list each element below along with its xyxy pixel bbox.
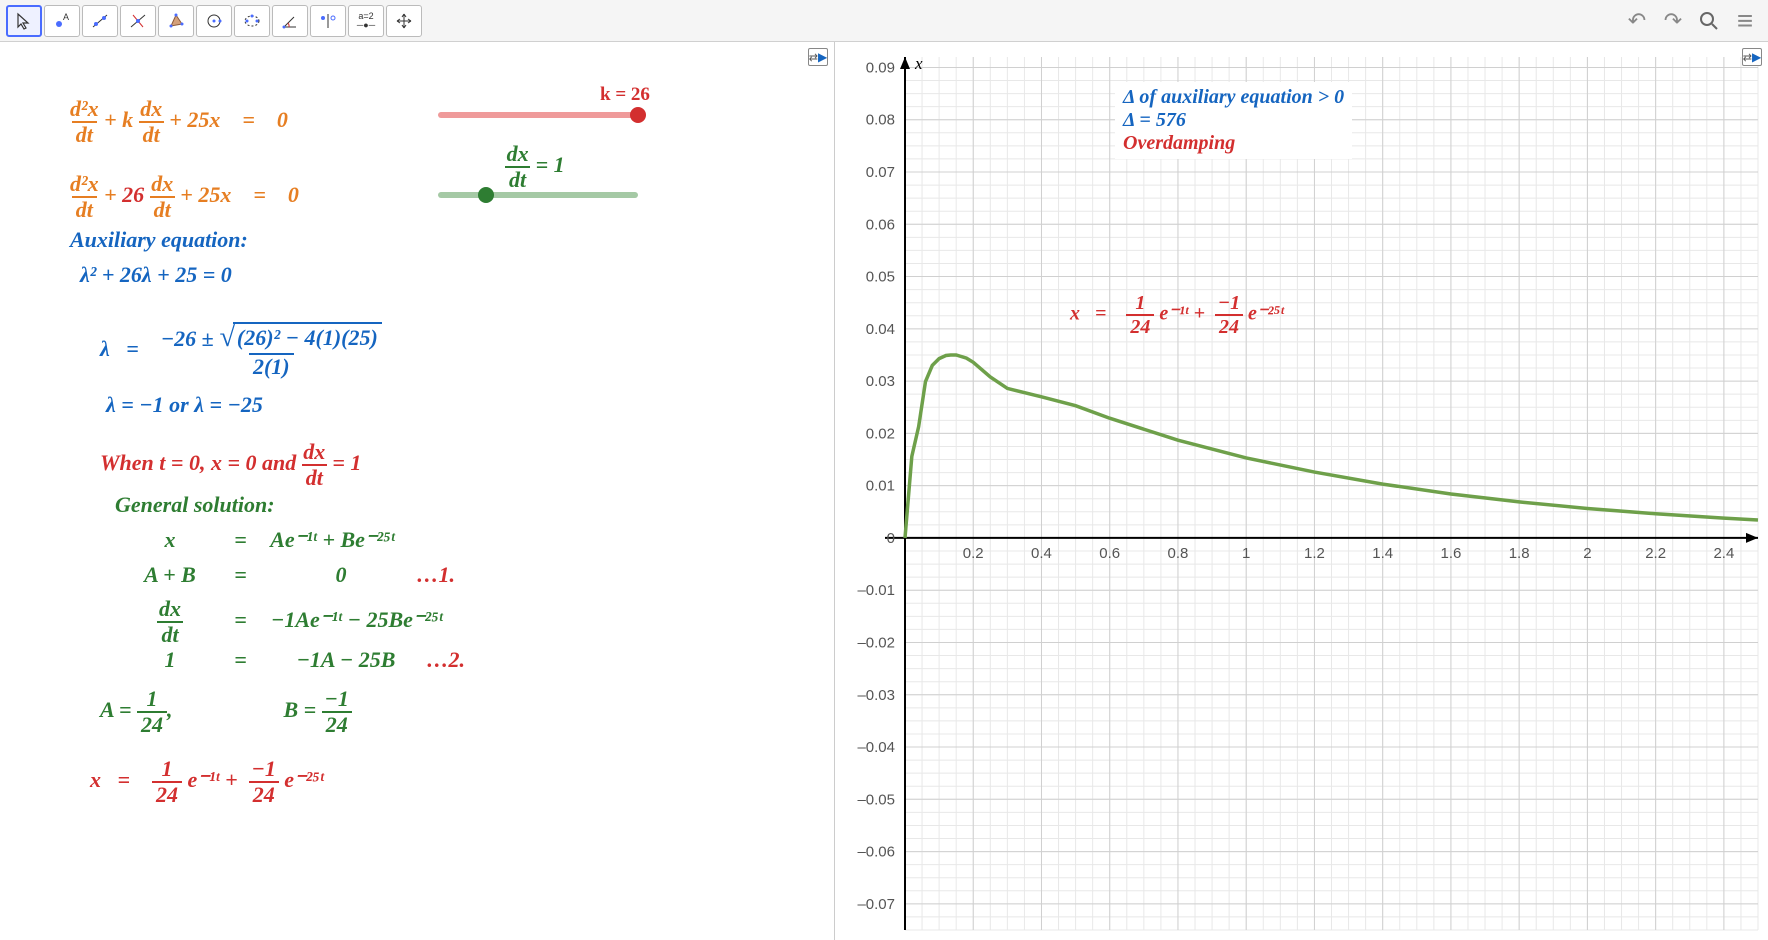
equation-ode-26: d²xdt + 26 dxdt + 25x = 0 <box>70 172 299 222</box>
svg-text:0.2: 0.2 <box>963 545 984 562</box>
tool-slider[interactable]: a=2─●─ <box>348 5 384 37</box>
svg-text:A: A <box>63 12 69 22</box>
delta-line2: Δ = 576 <box>1123 109 1344 132</box>
tool-angle[interactable] <box>272 5 308 37</box>
curve-label: x = 124 e⁻¹ᵗ + −124 e⁻²⁵ᵗ <box>1070 292 1284 338</box>
general-solution-title: General solution: <box>115 492 275 518</box>
gensol-row2: A + B = 0 …1. <box>130 562 455 588</box>
tool-polygon[interactable] <box>158 5 194 37</box>
svg-text:0.06: 0.06 <box>866 216 895 233</box>
svg-text:–0.05: –0.05 <box>857 791 895 808</box>
tool-perpendicular[interactable] <box>120 5 156 37</box>
svg-text:0.09: 0.09 <box>866 59 895 76</box>
lambda-quadratic: λ = −26 ± √(26)² − 4(1)(25) 2(1) <box>100 322 382 380</box>
equation-ode-k: d²xdt + k dxdt + 25x = 0 <box>70 97 288 147</box>
gensol-row4: 1 = −1A − 25B …2. <box>130 647 465 673</box>
svg-text:1.6: 1.6 <box>1440 545 1461 562</box>
svg-text:0.4: 0.4 <box>1031 545 1052 562</box>
svg-text:x: x <box>914 54 923 73</box>
gensol-row3: dxdt = −1Ae⁻¹ᵗ − 25Be⁻²⁵ᵗ <box>130 597 443 647</box>
slider-dxdt[interactable] <box>438 192 638 198</box>
svg-text:1: 1 <box>1242 545 1250 562</box>
slider-dxdt-label: dxdt = 1 <box>505 142 565 192</box>
initial-conditions: When t = 0, x = 0 and dxdt = 1 <box>100 440 361 490</box>
svg-text:0.05: 0.05 <box>866 269 895 286</box>
chart: 0.2 0.4 0.6 0.8 1 1.2 1.4 1.6 1.8 2 2.2 2.4 0.09 0.08… <box>835 42 1768 940</box>
svg-text:2.2: 2.2 <box>1645 545 1666 562</box>
particular-solution: x = 124 e⁻¹ᵗ + −124 e⁻²⁵ᵗ <box>90 757 324 807</box>
tool-circle[interactable] <box>196 5 232 37</box>
redo-button[interactable]: ↷ <box>1658 6 1688 36</box>
slider-k-label: k = 26 <box>600 84 650 106</box>
lambda-roots: λ = −1 or λ = −25 <box>106 392 263 418</box>
svg-text:2: 2 <box>1583 545 1591 562</box>
discriminant-box: Δ of auxiliary equation > 0 Δ = 576 Over… <box>1115 82 1352 159</box>
svg-text:0.01: 0.01 <box>866 478 895 495</box>
svg-text:–0.04: –0.04 <box>857 739 895 756</box>
svg-text:–0.07: –0.07 <box>857 896 895 913</box>
gensol-row1: x = Ae⁻¹ᵗ + Be⁻²⁵ᵗ <box>130 527 395 553</box>
search-icon[interactable] <box>1694 6 1724 36</box>
panel-toggle-right[interactable]: ⇄▶ <box>1742 48 1762 66</box>
svg-text:0.6: 0.6 <box>1099 545 1120 562</box>
svg-text:–0.06: –0.06 <box>857 844 895 861</box>
svg-text:0.02: 0.02 <box>866 425 895 442</box>
svg-text:–0.01: –0.01 <box>857 582 895 599</box>
tool-line[interactable] <box>82 5 118 37</box>
toolbar: A a=2─●─ ↶ ↷ ≡ <box>0 0 1768 42</box>
undo-button[interactable]: ↶ <box>1622 6 1652 36</box>
tool-move[interactable] <box>6 5 42 37</box>
svg-text:0.08: 0.08 <box>866 112 895 129</box>
algebra-panel[interactable]: ⇄▶ d²xdt + k dxdt + 25x = 0 k = 26 dxdt … <box>0 42 835 940</box>
svg-text:1.2: 1.2 <box>1304 545 1325 562</box>
auxiliary-title: Auxiliary equation: <box>70 227 248 253</box>
svg-text:–0.03: –0.03 <box>857 687 895 704</box>
tool-conic[interactable] <box>234 5 270 37</box>
svg-text:1.8: 1.8 <box>1509 545 1530 562</box>
svg-text:0.8: 0.8 <box>1168 545 1189 562</box>
slider-k[interactable] <box>438 112 638 118</box>
auxiliary-eq: λ² + 26λ + 25 = 0 <box>80 262 232 288</box>
graphics-panel[interactable]: ⇄▶ 0.20.40.60.811.21.41.61.822.22.40.090… <box>835 42 1768 940</box>
delta-line1: Δ of auxiliary equation > 0 <box>1123 86 1344 109</box>
panel-toggle-left[interactable]: ⇄▶ <box>808 48 828 66</box>
main-area: ⇄▶ d²xdt + k dxdt + 25x = 0 k = 26 dxdt … <box>0 42 1768 940</box>
tool-point[interactable]: A <box>44 5 80 37</box>
svg-text:0.04: 0.04 <box>866 321 895 338</box>
svg-text:0.07: 0.07 <box>866 164 895 181</box>
svg-text:0.03: 0.03 <box>866 373 895 390</box>
tool-move-view[interactable] <box>386 5 422 37</box>
menu-button[interactable]: ≡ <box>1730 6 1760 36</box>
svg-text:–0.02: –0.02 <box>857 634 895 651</box>
svg-text:2.4: 2.4 <box>1713 545 1734 562</box>
svg-text:0: 0 <box>887 530 895 547</box>
delta-line3: Overdamping <box>1123 132 1344 155</box>
tool-reflect[interactable] <box>310 5 346 37</box>
svg-text:1.4: 1.4 <box>1372 545 1393 562</box>
gensol-row5: A = 124, B = −124 <box>100 687 352 737</box>
